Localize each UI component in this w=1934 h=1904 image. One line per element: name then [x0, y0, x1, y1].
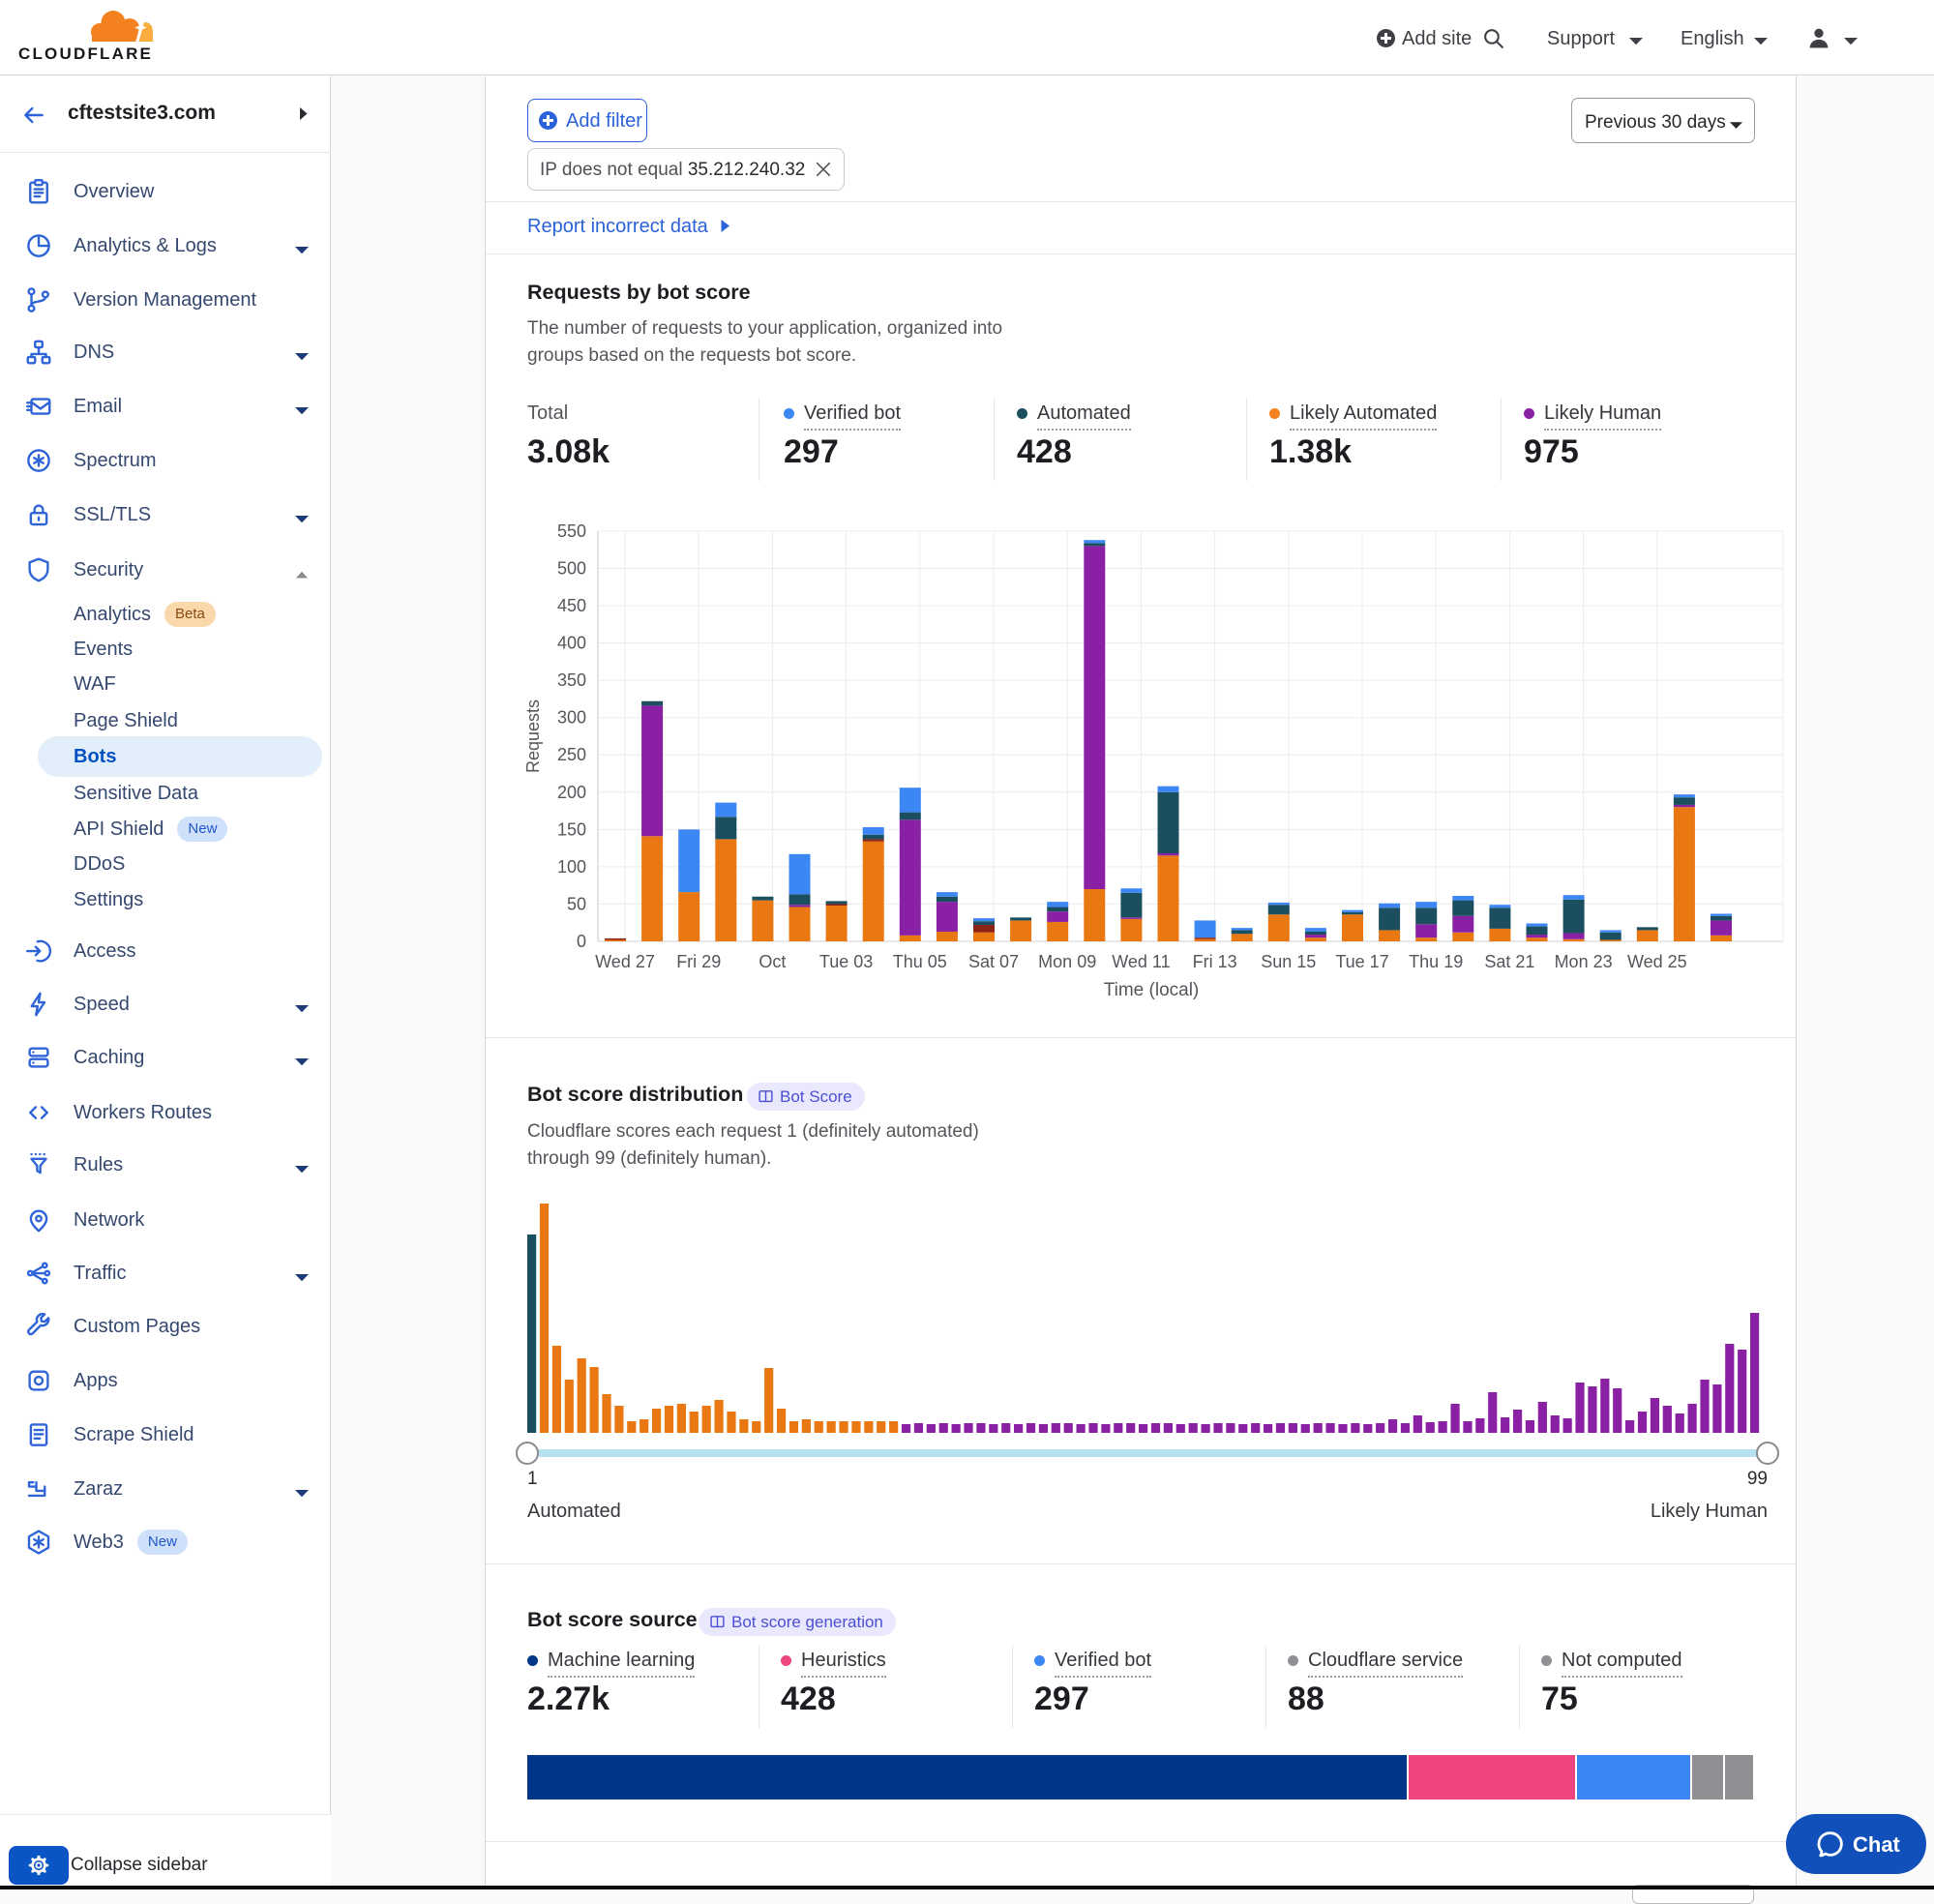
svg-text:200: 200	[557, 783, 586, 802]
svg-text:Fri 13: Fri 13	[1193, 952, 1237, 971]
svg-text:50: 50	[567, 894, 586, 913]
svg-text:Sat 21: Sat 21	[1484, 952, 1534, 971]
svg-text:150: 150	[557, 819, 586, 839]
svg-text:300: 300	[557, 708, 586, 728]
svg-text:Tue 03: Tue 03	[819, 952, 873, 971]
svg-text:250: 250	[557, 745, 586, 764]
svg-text:400: 400	[557, 634, 586, 653]
svg-text:Mon 09: Mon 09	[1038, 952, 1096, 971]
svg-text:450: 450	[557, 596, 586, 615]
svg-text:100: 100	[557, 857, 586, 877]
svg-text:Wed 25: Wed 25	[1627, 952, 1687, 971]
svg-text:Sun 15: Sun 15	[1261, 952, 1316, 971]
svg-text:1: 1	[527, 1469, 538, 1489]
svg-text:500: 500	[557, 559, 586, 579]
svg-text:0: 0	[577, 932, 586, 951]
svg-text:Time (local): Time (local)	[1104, 980, 1200, 1000]
svg-text:Tue 17: Tue 17	[1335, 952, 1388, 971]
svg-text:Requests: Requests	[523, 699, 543, 773]
svg-text:Wed 11: Wed 11	[1112, 952, 1170, 971]
svg-text:Mon 23: Mon 23	[1555, 952, 1613, 971]
svg-text:Fri 29: Fri 29	[676, 952, 721, 971]
svg-text:Automated: Automated	[527, 1501, 621, 1522]
svg-text:Sat 07: Sat 07	[968, 952, 1019, 971]
svg-text:Likely Human: Likely Human	[1651, 1501, 1768, 1522]
svg-text:Oct: Oct	[759, 952, 786, 971]
svg-text:550: 550	[557, 521, 586, 541]
svg-text:Thu 05: Thu 05	[893, 952, 947, 971]
svg-text:Wed 27: Wed 27	[595, 952, 655, 971]
svg-text:350: 350	[557, 670, 586, 690]
svg-text:99: 99	[1747, 1469, 1768, 1489]
svg-text:Thu 19: Thu 19	[1409, 952, 1463, 971]
